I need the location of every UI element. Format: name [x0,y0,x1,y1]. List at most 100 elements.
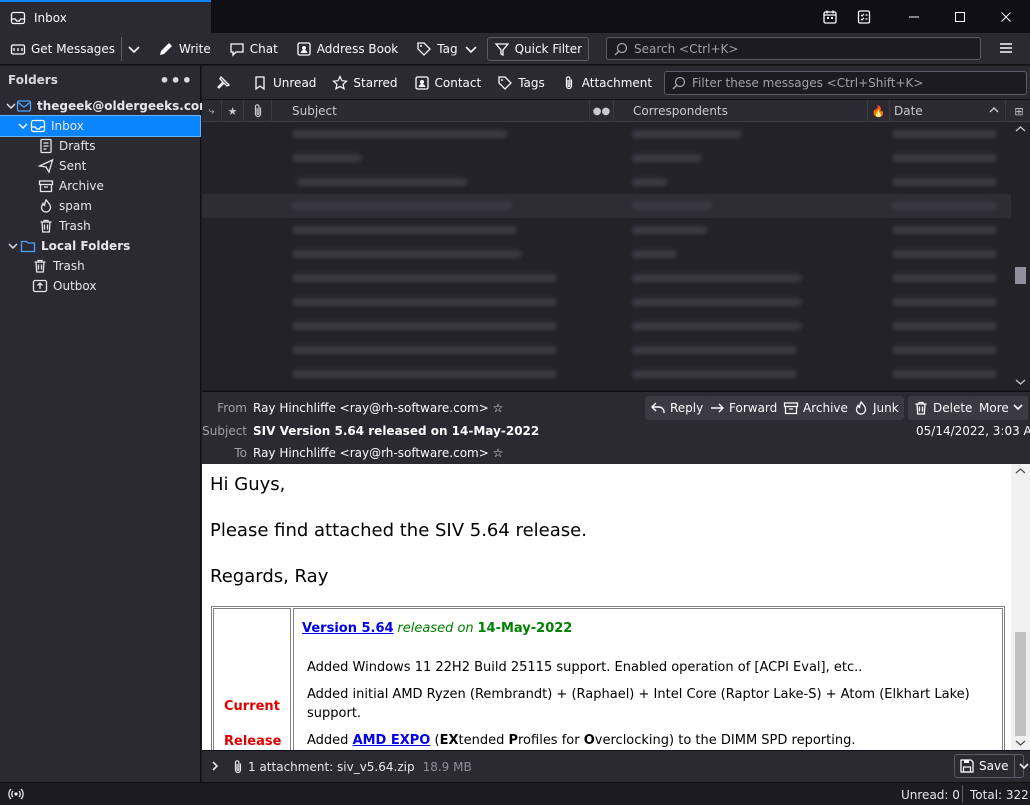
tasks-icon[interactable] [842,0,886,33]
unread-filter-button[interactable]: Unread [246,71,322,95]
star-icon: ★ [227,104,238,118]
maximize-icon[interactable] [938,0,982,33]
tab-inbox[interactable]: Inbox [0,0,211,33]
local-folders-row[interactable]: Local Folders [0,236,200,256]
folder-trash[interactable]: Trash [0,216,200,236]
write-button[interactable]: Write [152,37,217,61]
folder-label: Archive [59,179,104,193]
ex-bold: EX [439,733,459,748]
account-row[interactable]: thegeek@oldergeeks.com [0,96,212,116]
unread-count: Unread: 0 [901,788,960,802]
star-icon[interactable]: ☆ [493,446,504,460]
tag-button[interactable]: Tag [410,37,484,61]
to-label: To [234,446,247,460]
thread-column-picker[interactable]: ⤷ [202,100,222,122]
release-label: Release [224,734,282,749]
save-attachment-button[interactable]: Save [954,754,1030,778]
folder-spam[interactable]: spam [0,196,200,216]
delete-button[interactable]: Delete [908,396,978,420]
folder-inbox[interactable]: Inbox [0,115,201,137]
table-row[interactable] [202,194,1011,218]
released-on-text: released on [397,621,474,636]
chevron-down-icon[interactable] [6,241,20,251]
table-row[interactable] [202,218,1011,242]
table-row[interactable] [202,146,1011,170]
app-menu-icon[interactable] [998,40,1014,59]
folder-label: Trash [53,259,85,273]
attachment-label[interactable]: 1 attachment: siv_v5.64.zip [248,760,415,774]
table-row[interactable] [202,266,1011,290]
folder-archive[interactable]: Archive [0,176,200,196]
folder-icon [20,238,36,254]
global-search-input[interactable]: Search <Ctrl+K> [606,37,981,60]
more-button[interactable]: More [974,396,1028,420]
pin-icon [215,75,231,91]
chevron-down-icon[interactable] [6,101,16,111]
trash-icon [32,258,48,274]
attachment-column[interactable] [244,100,272,122]
reply-button[interactable]: Reply [645,396,709,420]
junk-column[interactable]: 🔥 [868,100,890,122]
release-note-item: Added Windows 11 22H2 Build 25115 suppor… [307,660,863,675]
folder-label: Trash [59,219,91,233]
from-value[interactable]: Ray Hinchliffe <ray@rh-software.com> ☆ [253,401,503,415]
table-row[interactable] [202,314,1011,338]
close-icon[interactable] [984,0,1028,33]
get-messages-dropdown[interactable] [121,36,146,61]
to-value[interactable]: Ray Hinchliffe <ray@rh-software.com> ☆ [253,446,503,460]
tags-filter-button[interactable]: Tags [491,71,551,95]
folder-pane-header: Folders ••• [0,66,201,94]
table-row[interactable] [202,362,1011,386]
quick-filter-button[interactable]: Quick Filter [486,36,590,61]
message-body-scrollbar[interactable] [1011,464,1030,750]
archive-button[interactable]: Archive [778,396,853,420]
forward-button[interactable]: Forward [704,396,783,420]
amd-expo-link[interactable]: AMD EXPO [353,733,431,748]
chevron-down-icon[interactable] [1014,755,1030,777]
date-column[interactable]: Date [890,100,1006,122]
starred-filter-button[interactable]: Starred [326,71,403,95]
local-folder-outbox[interactable]: Outbox [0,276,200,296]
subject-column[interactable]: Subject [272,100,590,122]
save-label: Save [979,759,1009,773]
to-address[interactable]: Ray Hinchliffe <ray@rh-software.com> [253,446,489,460]
folder-sent[interactable]: Sent [0,156,200,176]
minimize-icon[interactable] [892,0,936,33]
chevron-down-icon [463,41,479,57]
folder-drafts[interactable]: Drafts [0,136,200,156]
star-column[interactable]: ★ [222,100,244,122]
star-icon[interactable]: ☆ [493,401,504,415]
sticky-filter-button[interactable] [210,71,236,95]
junk-button[interactable]: Junk [848,396,904,420]
table-row[interactable] [202,242,1011,266]
filter-messages-input[interactable]: Filter these messages <Ctrl+Shift+K> [664,71,1027,95]
thread-list-scrollbar[interactable] [1011,122,1030,390]
read-status-column[interactable]: ●● [590,100,614,122]
release-note-item: Added AMD EXPO (EXtended Profiles for Ov… [307,733,856,748]
contact-filter-button[interactable]: Contact [408,71,488,95]
thread-list[interactable] [202,122,1011,390]
chevron-right-icon[interactable] [210,760,220,774]
attachment-bar[interactable]: 1 attachment: siv_v5.64.zip 18.9 MB [202,750,1030,782]
table-row[interactable] [202,122,1011,146]
correspondents-column[interactable]: Correspondents [614,100,868,122]
local-folder-trash[interactable]: Trash [0,256,200,276]
online-status-icon[interactable] [8,786,24,805]
table-row[interactable] [202,338,1011,362]
table-row[interactable] [202,290,1011,314]
get-messages-button[interactable]: Get Messages [4,37,121,61]
table-row[interactable] [202,170,1011,194]
folder-options-icon[interactable]: ••• [159,71,193,90]
drafts-icon [38,138,54,154]
version-link[interactable]: Version 5.64 [302,621,394,636]
from-address[interactable]: Ray Hinchliffe <ray@rh-software.com> [253,401,489,415]
attachment-filter-button[interactable]: Attachment [555,71,658,95]
address-book-button[interactable]: Address Book [290,37,404,61]
more-label: More [979,401,1009,415]
chat-button[interactable]: Chat [223,37,284,61]
column-picker-icon[interactable]: ⊞ [1008,100,1030,122]
folder-pane: Folders ••• thegeek@oldergeeks.com Inbox… [0,66,212,782]
from-label: From [217,401,247,415]
folder-label: Inbox [51,119,84,133]
chevron-down-icon[interactable] [16,121,30,131]
